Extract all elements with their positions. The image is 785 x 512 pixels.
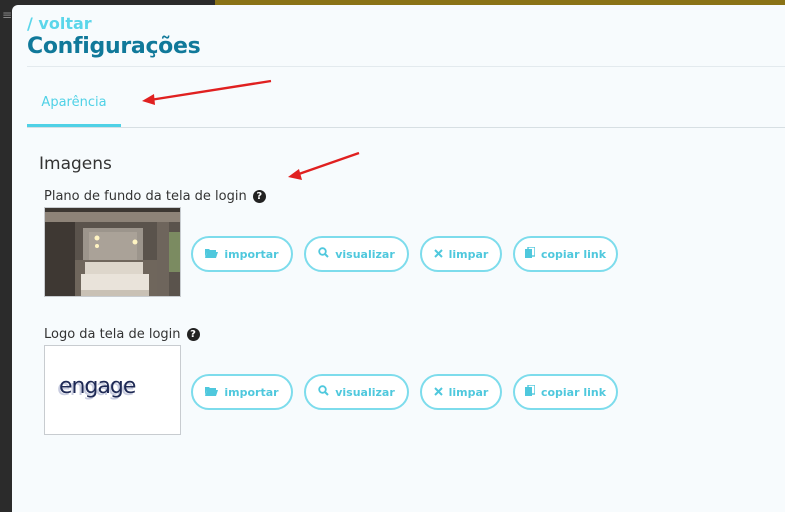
annotation-arrows xyxy=(142,79,360,180)
annotation-arrow-section xyxy=(288,151,360,180)
annotation-arrow-tab xyxy=(142,79,272,105)
